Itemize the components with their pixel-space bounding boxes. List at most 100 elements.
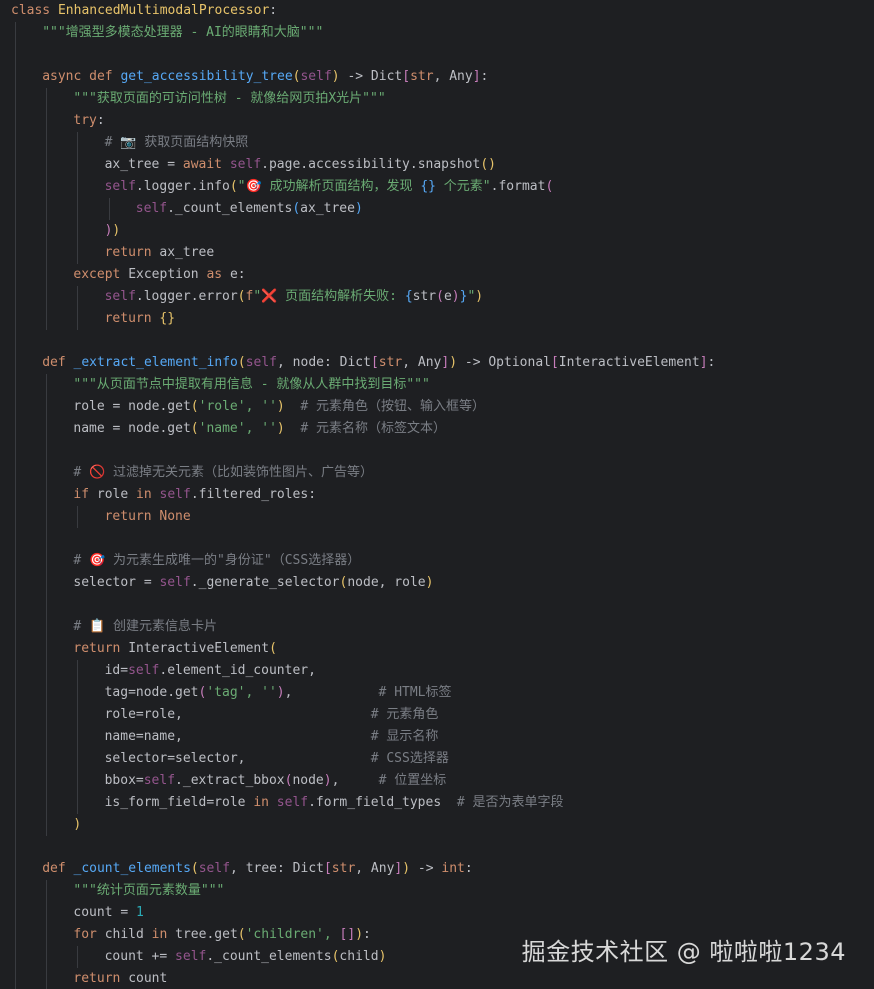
code-token: .logger.error: [135, 289, 238, 304]
code-token: :: [464, 861, 473, 876]
code-line[interactable]: self._count_elements(ax_tree): [136, 198, 363, 220]
code-line[interactable]: # 📋 创建元素信息卡片: [73, 616, 217, 638]
code-token: self: [300, 69, 332, 84]
code-token: self: [159, 575, 191, 590]
code-token: ->: [410, 861, 442, 876]
code-line[interactable]: id=self.element_id_counter,: [105, 660, 316, 682]
code-token: "🎯 成功解析页面结构，发现: [237, 179, 421, 194]
code-token: :: [707, 355, 716, 370]
code-line[interactable]: count = 1: [73, 902, 143, 924]
code-line[interactable]: class EnhancedMultimodalProcessor:: [11, 0, 277, 22]
code-token: 1: [136, 905, 144, 920]
code-line[interactable]: count += self._count_elements(child): [105, 946, 387, 968]
indent-guide: [46, 880, 48, 989]
code-token: str: [410, 69, 434, 84]
code-line[interactable]: return ax_tree: [105, 242, 215, 264]
code-token: ): [73, 817, 82, 832]
code-line[interactable]: ): [73, 814, 81, 836]
code-line[interactable]: if role in self.filtered_roles:: [73, 484, 316, 506]
code-line[interactable]: try:: [73, 110, 104, 132]
code-token: for: [73, 927, 105, 942]
code-token: , tree: Dict: [230, 861, 324, 876]
indent-guide: [77, 286, 79, 330]
code-token: return: [104, 509, 160, 524]
code-token: (: [545, 179, 554, 194]
code-line[interactable]: return None: [105, 506, 191, 528]
code-line[interactable]: self.logger.info("🎯 成功解析页面结构，发现 {} 个元素".…: [105, 176, 554, 198]
code-token: # 元素角色: [370, 707, 439, 722]
code-token: ]: [699, 355, 708, 370]
code-line[interactable]: async def get_accessibility_tree(self) -…: [42, 66, 488, 88]
code-line[interactable]: tag=node.get('tag', ''), # HTML标签: [105, 682, 452, 704]
code-token: 'children',: [245, 927, 340, 942]
code-token: [: [550, 355, 559, 370]
code-token: ax_tree =: [104, 157, 183, 172]
code-line[interactable]: except Exception as e:: [73, 264, 245, 286]
code-editor[interactable]: class EnhancedMultimodalProcessor: """增强型…: [0, 0, 874, 989]
code-token: in: [253, 795, 277, 810]
code-token: _extract_element_info: [73, 355, 238, 370]
code-token: in: [151, 927, 176, 942]
code-token: [: [402, 69, 411, 84]
code-token: ): [451, 289, 460, 304]
code-token: self: [104, 179, 136, 194]
code-token: _count_elements: [73, 861, 191, 876]
code-token: await: [182, 157, 230, 172]
code-token: :: [96, 113, 105, 128]
code-token: InteractiveElement: [128, 641, 270, 656]
code-token: , Any: [355, 861, 395, 876]
code-token: Exception: [128, 267, 207, 282]
code-line[interactable]: name=name, # 显示名称: [105, 726, 439, 748]
code-line[interactable]: for child in tree.get('children', []):: [73, 924, 370, 946]
code-token: child: [339, 949, 379, 964]
code-token: :: [269, 3, 278, 18]
code-token: (): [480, 157, 496, 172]
indent-guide: [77, 660, 79, 814]
code-line[interactable]: role = node.get('role', '') # 元素角色（按钮、输入…: [73, 396, 485, 418]
code-token: count +=: [104, 949, 176, 964]
code-token: str: [412, 289, 437, 304]
code-line[interactable]: bbox=self._extract_bbox(node), # 位置坐标: [105, 770, 447, 792]
indent-guide: [15, 22, 16, 989]
code-line[interactable]: """统计页面元素数量""": [73, 880, 224, 902]
code-line[interactable]: selector = self._generate_selector(node,…: [73, 572, 433, 594]
code-token: int: [441, 861, 465, 876]
code-token: 个元素": [435, 179, 491, 194]
code-line[interactable]: # 📷 获取页面结构快照: [105, 132, 249, 154]
code-token: .format: [490, 179, 546, 194]
code-line[interactable]: def _count_elements(self, tree: Dict[str…: [42, 858, 473, 880]
code-token: is_form_field=role: [104, 795, 254, 810]
code-token: {: [404, 289, 413, 304]
code-token: node: [292, 773, 324, 788]
code-line[interactable]: return {}: [105, 308, 175, 330]
code-token: 'name', '': [198, 421, 277, 436]
code-line[interactable]: role=role, # 元素角色: [105, 704, 439, 726]
code-line[interactable]: return InteractiveElement(: [73, 638, 277, 660]
code-line[interactable]: """增强型多模态处理器 - AI的眼睛和大脑""": [42, 22, 323, 44]
code-token: str: [378, 355, 403, 370]
code-token: name = node.get: [73, 421, 191, 436]
code-line[interactable]: """从页面节点中提取有用信息 - 就像从人群中找到目标""": [73, 374, 429, 396]
code-token: ._count_elements: [206, 949, 332, 964]
code-token: get_accessibility_tree: [120, 69, 293, 84]
code-line[interactable]: return count: [73, 968, 167, 989]
code-line[interactable]: name = node.get('name', '') # 元素名称（标签文本）: [73, 418, 446, 440]
code-line[interactable]: """获取页面的可访问性树 - 就像给网页拍X光片""": [73, 88, 385, 110]
code-token: .page.accessibility.snapshot: [261, 157, 481, 172]
code-line[interactable]: is_form_field=role in self.form_field_ty…: [105, 792, 564, 814]
code-line[interactable]: def _extract_element_info(self, node: Di…: [42, 352, 715, 374]
code-token: self: [135, 201, 168, 216]
code-token: ,: [331, 773, 379, 788]
code-token: -> Dict: [339, 69, 403, 84]
code-token: ): [331, 69, 340, 84]
code-line[interactable]: # 🎯 为元素生成唯一的"身份证"（CSS选择器）: [73, 550, 360, 572]
code-token: selector=selector,: [104, 751, 371, 766]
code-token: (: [229, 179, 238, 194]
code-line[interactable]: )): [105, 220, 121, 242]
code-line[interactable]: ax_tree = await self.page.accessibility.…: [105, 154, 496, 176]
code-token: self: [175, 949, 207, 964]
code-line[interactable]: selector=selector, # CSS选择器: [105, 748, 449, 770]
code-token: (: [190, 421, 199, 436]
code-line[interactable]: # 🚫 过滤掉无关元素（比如装饰性图片、广告等）: [73, 462, 373, 484]
code-line[interactable]: self.logger.error(f"❌ 页面结构解析失败: {str(e)}…: [105, 286, 484, 308]
